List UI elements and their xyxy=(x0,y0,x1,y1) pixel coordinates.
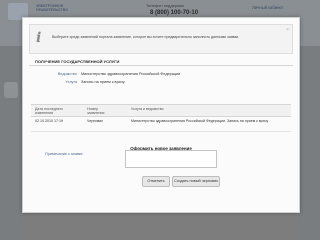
column-header-number: Номер заявления xyxy=(87,107,105,115)
field-value-service: Запись на прием к врачу xyxy=(81,80,125,84)
notice-text: Выберите среди заявлений портала заявлен… xyxy=(52,35,240,39)
cancel-button[interactable]: Отменить xyxy=(142,176,170,187)
info-icon: i xyxy=(36,30,42,46)
cell-service: Министерство здравоохранения Российской … xyxy=(131,119,269,123)
comment-field[interactable] xyxy=(125,150,217,168)
cell-number: Черновик xyxy=(87,119,103,123)
background-right-column xyxy=(298,46,320,240)
column-header-date: Дата последнего изменения xyxy=(35,107,64,115)
column-header-service: Услуга и ведомство xyxy=(131,107,164,111)
account-link[interactable]: Личный кабинет xyxy=(252,5,284,10)
create-draft-button[interactable]: Создать новый черновик xyxy=(172,176,220,187)
site-logo-title: Электронное правительство xyxy=(36,4,69,13)
comment-label: Примечание к заявке: xyxy=(45,152,84,156)
field-value-department: Министерство здравоохранения Российской … xyxy=(81,72,181,76)
section-title: Получение государственной услуги xyxy=(29,58,293,66)
application-dialog: i Выберите среди заявлений портала заявл… xyxy=(22,17,300,213)
support-phone-label: Телефон поддержки xyxy=(146,3,184,8)
background-left-column xyxy=(0,46,22,240)
table-row[interactable]: 02.10.2010 17:19 Черновик Министерство з… xyxy=(31,117,291,132)
info-notice: i Выберите среди заявлений портала заявл… xyxy=(29,24,293,54)
table-header: Дата последнего изменения Номер заявлени… xyxy=(31,105,291,117)
field-label-department: Ведомство xyxy=(57,72,77,76)
support-phone: 8 (800) 100-70-10 xyxy=(150,10,199,16)
field-label-service: Услуга xyxy=(65,80,77,84)
close-icon[interactable]: × xyxy=(286,27,289,33)
cell-date: 02.10.2010 17:19 xyxy=(35,119,63,123)
drafts-table: Дата последнего изменения Номер заявлени… xyxy=(31,104,291,132)
emblem-icon xyxy=(4,82,18,98)
